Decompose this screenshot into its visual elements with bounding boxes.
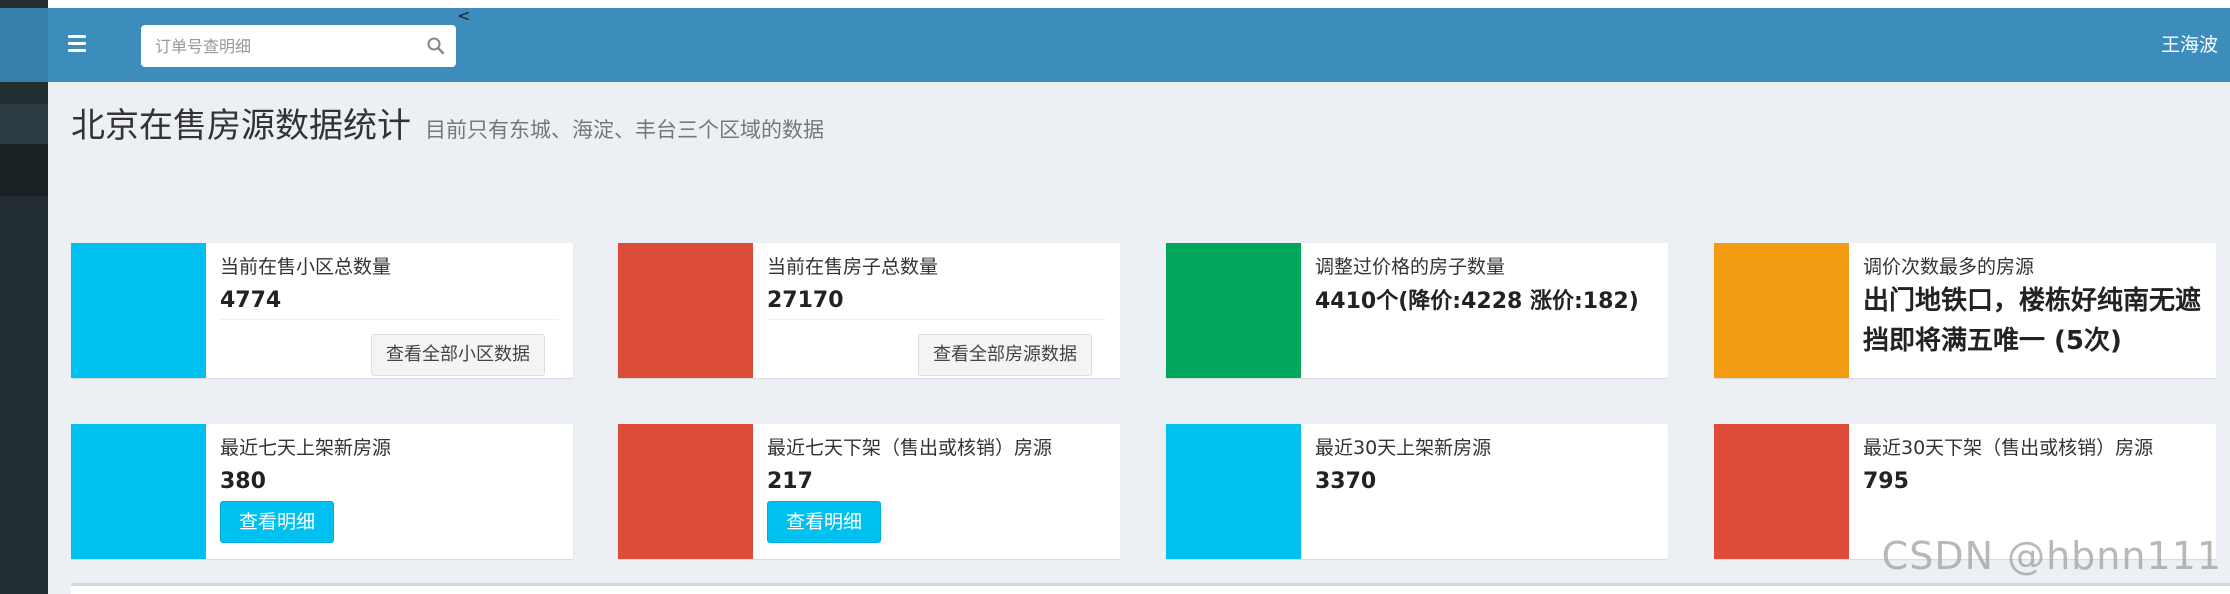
- top-strip: [0, 0, 2230, 8]
- sidebar-item-active[interactable]: [0, 144, 48, 196]
- info-box-new-30-days: 最近30天上架新房源 3370: [1166, 424, 1668, 559]
- info-box-most-adjusted: 调价次数最多的房源 出门地铁口，楼栋好纯南无遮挡即将满五唯一 (5次): [1714, 243, 2216, 378]
- info-box-number: 217: [767, 469, 813, 494]
- info-box-icon: [618, 424, 753, 559]
- top-navbar: < 王海波: [48, 8, 2230, 82]
- info-box-label: 当前在售房子总数量: [767, 256, 939, 278]
- info-box-divider: [767, 319, 1106, 320]
- sidebar-logo-band[interactable]: [0, 8, 48, 82]
- content-header: 北京在售房源数据统计 目前只有东城、海淀、丰台三个区域的数据: [71, 104, 2171, 154]
- page-title: 北京在售房源数据统计: [71, 106, 411, 146]
- info-box-icon: [1714, 424, 1849, 559]
- info-box-new-7-days: 最近七天上架新房源 380 查看明细: [71, 424, 573, 559]
- view-details-button[interactable]: 查看明细: [220, 501, 335, 543]
- order-search-form: [141, 25, 456, 67]
- info-box-number: 795: [1863, 469, 1909, 494]
- info-box-number: 出门地铁口，楼栋好纯南无遮挡即将满五唯一 (5次): [1863, 286, 2202, 356]
- view-all-houses-button[interactable]: 查看全部房源数据: [918, 334, 1092, 376]
- dashboard-page: < 王海波 北京在售房源数据统计目前只有东城、海淀、丰台三个区域的数据 当前在售…: [0, 0, 2230, 594]
- info-box-number: 3370: [1315, 469, 1377, 494]
- order-search-input[interactable]: [141, 25, 411, 67]
- info-box-removed-7-days: 最近七天下架（售出或核销）房源 217 查看明细: [618, 424, 1120, 559]
- info-box-label: 最近30天下架（售出或核销）房源: [1863, 437, 2154, 459]
- info-box-label: 调价次数最多的房源: [1863, 256, 2035, 278]
- info-box-community-count: 当前在售小区总数量 4774 查看全部小区数据: [71, 243, 573, 378]
- info-box-icon: [1166, 424, 1301, 559]
- info-box-label: 当前在售小区总数量: [220, 256, 392, 278]
- sidebar-toggle-button[interactable]: [68, 32, 90, 54]
- info-box-icon: [71, 243, 206, 378]
- info-box-number: 4410个(降价:4228 涨价:182): [1315, 289, 1639, 314]
- view-details-button[interactable]: 查看明细: [767, 501, 882, 543]
- info-box-divider: [220, 319, 559, 320]
- collapse-caret-icon: <: [457, 6, 471, 25]
- view-all-communities-button[interactable]: 查看全部小区数据: [371, 334, 545, 376]
- info-box-number: 380: [220, 469, 266, 494]
- sidebar-item-1[interactable]: [0, 104, 48, 144]
- info-box-icon: [618, 243, 753, 378]
- search-icon[interactable]: [426, 36, 446, 56]
- info-box-icon: [1714, 243, 1849, 378]
- info-box-label: 调整过价格的房子数量: [1315, 256, 1506, 278]
- sidebar: [0, 0, 48, 594]
- info-box-label: 最近七天上架新房源: [220, 437, 392, 459]
- user-menu[interactable]: 王海波: [2161, 32, 2218, 58]
- hamburger-icon: [68, 34, 86, 38]
- bottom-panel: [71, 583, 2230, 594]
- page-subtitle: 目前只有东城、海淀、丰台三个区域的数据: [425, 118, 824, 142]
- info-box-house-count: 当前在售房子总数量 27170 查看全部房源数据: [618, 243, 1120, 378]
- info-box-label: 最近七天下架（售出或核销）房源: [767, 437, 1053, 459]
- info-box-number: 4774: [220, 288, 282, 313]
- watermark: CSDN @hbnn111: [1881, 534, 2222, 578]
- info-box-icon: [71, 424, 206, 559]
- info-box-label: 最近30天上架新房源: [1315, 437, 1492, 459]
- info-box-price-changed: 调整过价格的房子数量 4410个(降价:4228 涨价:182): [1166, 243, 1668, 378]
- info-box-icon: [1166, 243, 1301, 378]
- info-box-number: 27170: [767, 288, 844, 313]
